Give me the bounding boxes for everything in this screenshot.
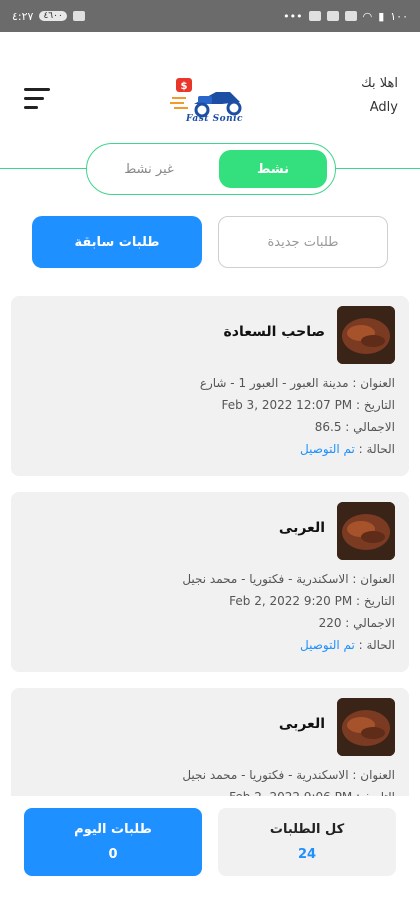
battery-level: ١٠٠ bbox=[390, 9, 408, 23]
order-date-row: التاريخ : Feb 3, 2022 12:07 PM bbox=[200, 394, 396, 416]
app-header: $ Fast Sonic اهلا بك Adly bbox=[0, 32, 420, 142]
store-name: صاحب السعادة bbox=[223, 324, 325, 340]
order-total-row: الاجمالي : 220 bbox=[182, 612, 395, 634]
svg-text:$: $ bbox=[181, 81, 188, 92]
order-status[interactable]: تم التوصيل bbox=[300, 442, 355, 456]
store-name: العربى bbox=[278, 520, 325, 536]
order-card[interactable]: صاحب السعادة العنوان : مدينة العبور - ال… bbox=[11, 296, 409, 476]
order-total: 220 bbox=[318, 616, 342, 630]
all-orders-label: كل الطلبات bbox=[269, 822, 345, 837]
order-status[interactable]: تم التوصيل bbox=[300, 638, 355, 652]
order-address-row: العنوان : الاسكندرية - فكتوريا - محمد نج… bbox=[182, 764, 395, 786]
order-total-row: الاجمالي : 86.5 bbox=[200, 416, 395, 438]
today-orders-card[interactable]: طلبات اليوم 0 bbox=[24, 808, 202, 876]
address-label: العنوان : bbox=[348, 768, 395, 782]
status-time: ٤:٢٧ bbox=[12, 9, 34, 23]
app-logo: $ Fast Sonic bbox=[168, 74, 252, 126]
order-details: العنوان : مدينة العبور - العبور 1 - شارع… bbox=[200, 372, 395, 460]
orders-tabs: طلبات جديدة طلبات سابقة bbox=[32, 216, 388, 268]
today-orders-count: 0 bbox=[108, 847, 118, 862]
notification-icon bbox=[326, 11, 339, 21]
orders-summary-bar: طلبات اليوم 0 كل الطلبات 24 bbox=[0, 796, 420, 900]
user-name: Adly bbox=[369, 100, 398, 115]
nfc-icon bbox=[72, 11, 85, 21]
order-address: الاسكندرية - فكتوريا - محمد نجيل bbox=[182, 572, 349, 586]
status-label: الحالة : bbox=[354, 442, 395, 456]
order-total: 86.5 bbox=[314, 420, 342, 434]
store-image bbox=[337, 698, 395, 756]
address-label: العنوان : bbox=[348, 376, 395, 390]
order-address: الاسكندرية - فكتوريا - محمد نجيل bbox=[182, 768, 349, 782]
total-label: الاجمالي : bbox=[341, 420, 395, 434]
all-orders-card[interactable]: كل الطلبات 24 bbox=[218, 808, 396, 876]
availability-toggle[interactable]: نشط غير نشط bbox=[86, 143, 336, 195]
today-orders-label: طلبات اليوم bbox=[74, 822, 152, 837]
order-date: Feb 3, 2022 12:07 PM bbox=[221, 398, 353, 412]
wifi-icon: ◠ bbox=[362, 9, 373, 23]
greeting-text: اهلا بك bbox=[361, 76, 398, 91]
date-label: التاريخ : bbox=[352, 398, 395, 412]
tab-new-orders[interactable]: طلبات جديدة bbox=[218, 216, 388, 268]
order-card[interactable]: العربى العنوان : الاسكندرية - فكتوريا - … bbox=[11, 492, 409, 672]
data-speed-indicator: ٤٦٠٠ bbox=[39, 11, 67, 21]
signal-icon: ▮ bbox=[378, 9, 385, 23]
all-orders-count: 24 bbox=[297, 847, 317, 862]
order-details: العنوان : الاسكندرية - فكتوريا - محمد نج… bbox=[182, 568, 395, 656]
notification-icon bbox=[344, 11, 357, 21]
logo-text: Fast Sonic bbox=[186, 114, 244, 124]
status-bar: ٤:٢٧ ٤٦٠٠ ••• ◠ ▮ ١٠٠ bbox=[0, 0, 420, 32]
store-image bbox=[337, 306, 395, 364]
more-notifications-icon: ••• bbox=[283, 9, 303, 23]
status-bar-right: ••• ◠ ▮ ١٠٠ bbox=[283, 10, 408, 23]
inactive-option[interactable]: غير نشط bbox=[95, 150, 203, 188]
status-bar-left: ٤:٢٧ ٤٦٠٠ bbox=[12, 10, 85, 23]
order-status-row: الحالة : تم التوصيل bbox=[182, 634, 395, 656]
notification-icon bbox=[308, 11, 321, 21]
order-status-row: الحالة : تم التوصيل bbox=[200, 438, 395, 460]
total-label: الاجمالي : bbox=[341, 616, 395, 630]
order-date-row: التاريخ : Feb 2, 2022 9:20 PM bbox=[182, 590, 395, 612]
tab-previous-orders[interactable]: طلبات سابقة bbox=[32, 216, 202, 268]
greeting-block: اهلا بك Adly bbox=[361, 72, 398, 120]
order-date: Feb 2, 2022 9:20 PM bbox=[229, 594, 353, 608]
store-name: العربى bbox=[278, 716, 325, 732]
store-image bbox=[337, 502, 395, 560]
order-address-row: العنوان : مدينة العبور - العبور 1 - شارع bbox=[200, 372, 395, 394]
status-label: الحالة : bbox=[354, 638, 395, 652]
date-label: التاريخ : bbox=[352, 594, 395, 608]
hamburger-menu-icon[interactable] bbox=[24, 88, 50, 110]
order-address: مدينة العبور - العبور 1 - شارع bbox=[199, 376, 349, 390]
address-label: العنوان : bbox=[348, 572, 395, 586]
order-address-row: العنوان : الاسكندرية - فكتوريا - محمد نج… bbox=[182, 568, 395, 590]
active-option[interactable]: نشط bbox=[219, 150, 327, 188]
